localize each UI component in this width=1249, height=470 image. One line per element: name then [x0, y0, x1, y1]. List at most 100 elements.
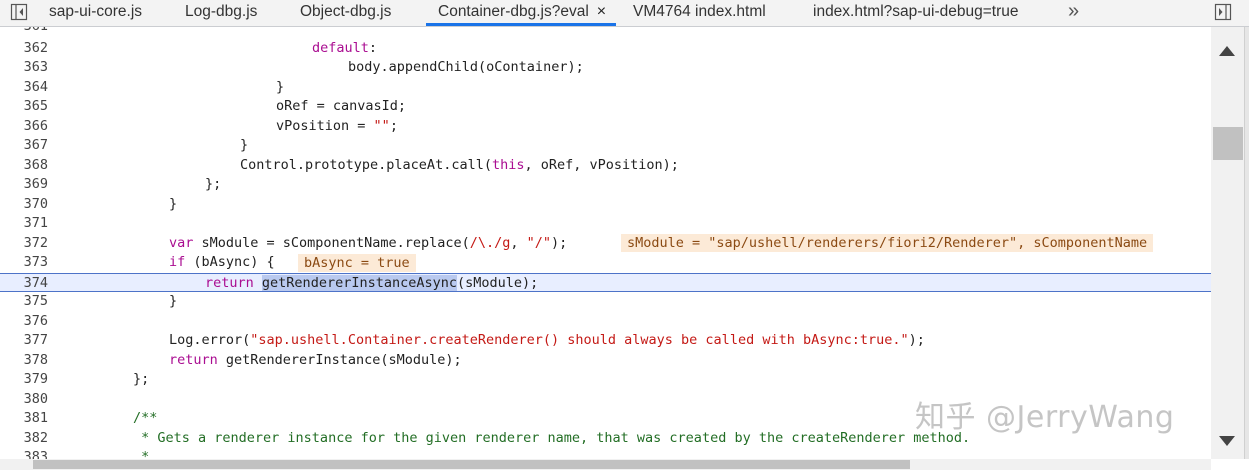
- line-number: 370: [23, 195, 48, 212]
- inline-value-hint: bAsync = true: [298, 253, 416, 272]
- keyword: this: [491, 156, 525, 173]
- code-line: 361: [0, 27, 1211, 37]
- code-fragment: , oRef, vPosition);: [524, 156, 679, 173]
- string-literal: "": [373, 117, 390, 134]
- line-number: 365: [23, 98, 48, 114]
- code-fragment: (sModule);: [457, 274, 539, 291]
- keyword: return: [169, 351, 218, 368]
- code-fragment: getRendererInstance(sModule);: [217, 351, 462, 368]
- line-number: 379: [23, 371, 48, 387]
- tab-object-dbg[interactable]: Object-dbg.js: [300, 0, 391, 26]
- code-line: 366 vPosition = "";: [0, 117, 1211, 137]
- code-comment: *: [133, 449, 150, 459]
- code-fragment: sModule = sComponentName.replace(: [193, 234, 470, 251]
- line-number: 371: [23, 215, 48, 231]
- tab-sap-ui-core[interactable]: sap-ui-core.js: [49, 0, 142, 26]
- tab-index-debug[interactable]: index.html?sap-ui-debug=true: [813, 0, 1019, 26]
- line-number: 362: [23, 39, 48, 56]
- code-text: };: [205, 176, 222, 192]
- code-text: Log.error("sap.ushell.Container.createRe…: [169, 331, 925, 351]
- code-text: if (bAsync) {: [169, 253, 275, 273]
- tab-label: Container-dbg.js?eval: [438, 3, 589, 20]
- keyword: default: [312, 39, 369, 56]
- code-text: return getRendererInstanceAsync(sModule)…: [205, 274, 538, 294]
- code-fragment: :: [368, 39, 378, 56]
- code-fragment: ,: [510, 234, 527, 251]
- line-number: 373: [23, 254, 48, 270]
- code-line: 370 }: [0, 195, 1211, 215]
- tab-log-dbg[interactable]: Log-dbg.js: [185, 0, 257, 26]
- keyword: if: [169, 254, 186, 270]
- panel-divider: [1244, 27, 1249, 459]
- line-number: 374: [23, 274, 48, 291]
- code-line: 369 };: [0, 175, 1211, 195]
- line-number: 376: [23, 312, 48, 329]
- code-line: 375 }: [0, 292, 1211, 312]
- line-number: 381: [23, 410, 48, 426]
- code-fragment: );: [551, 234, 568, 251]
- code-fragment: );: [908, 332, 925, 348]
- string-literal: "sap.ushell.Container.createRenderer() s…: [250, 332, 909, 348]
- code-line: 373 if (bAsync) { bAsync = true: [0, 253, 1211, 273]
- code-line: 367 }: [0, 136, 1211, 156]
- line-number: 363: [23, 59, 48, 75]
- code-fragment: Log.error(: [169, 332, 251, 348]
- line-number: 369: [23, 176, 48, 192]
- code-line: 368 Control.prototype.placeAt.call(this,…: [0, 156, 1211, 176]
- code-text: Control.prototype.placeAt.call(this, oRe…: [240, 156, 679, 176]
- code-line: 377 Log.error("sap.ushell.Container.crea…: [0, 331, 1211, 351]
- code-text: return getRendererInstance(sModule);: [169, 351, 462, 371]
- horizontal-scroll-thumb[interactable]: [33, 460, 910, 469]
- code-text: body.appendChild(oContainer);: [348, 59, 584, 75]
- horizontal-scrollbar[interactable]: [0, 459, 1211, 470]
- line-number: 377: [23, 332, 48, 348]
- toggle-debugger-icon[interactable]: [1214, 3, 1232, 21]
- code-line: 365 oRef = canvasId;: [0, 97, 1211, 117]
- watermark: 知乎 @JerryWang: [915, 400, 1175, 435]
- scroll-up-arrow-icon[interactable]: [1219, 41, 1235, 60]
- code-text: }: [169, 195, 178, 212]
- editor-tab-bar: sap-ui-core.js Log-dbg.js Object-dbg.js …: [0, 0, 1249, 27]
- more-tabs-icon[interactable]: »: [1068, 0, 1079, 26]
- code-text: default:: [312, 39, 377, 59]
- code-comment: /**: [133, 410, 158, 426]
- keyword: var: [169, 234, 194, 251]
- line-number: 372: [23, 234, 48, 251]
- tab-vm4764-index[interactable]: VM4764 index.html: [633, 0, 766, 26]
- tab-container-dbg[interactable]: Container-dbg.js?eval ×: [426, 0, 617, 26]
- code-fragment: (bAsync) {: [185, 254, 275, 270]
- code-text: }: [276, 78, 285, 95]
- inline-value-hint: sModule = "sap/ushell/renderers/fiori2/R…: [621, 234, 1154, 252]
- code-line: 362 default:: [0, 39, 1211, 59]
- code-text: }: [169, 293, 178, 309]
- code-line: 371: [0, 214, 1211, 234]
- selected-text: getRendererInstanceAsync: [261, 274, 457, 291]
- line-number: 382: [23, 429, 48, 446]
- code-text: var sModule = sComponentName.replace(/\.…: [169, 234, 567, 254]
- code-text: }: [240, 137, 249, 153]
- code-line: 364 }: [0, 78, 1211, 98]
- line-number: 383: [23, 449, 48, 459]
- toggle-navigator-icon[interactable]: [10, 3, 28, 21]
- line-number: 361: [0, 27, 48, 37]
- code-text: oRef = canvasId;: [276, 98, 407, 114]
- line-number: 367: [23, 137, 48, 153]
- string-literal: "/": [526, 234, 552, 251]
- code-line: 379 };: [0, 370, 1211, 390]
- line-number: 378: [23, 351, 48, 368]
- code-line: 383 *: [0, 448, 1211, 459]
- code-line: 376: [0, 312, 1211, 332]
- code-fragment: Control.prototype.placeAt.call(: [240, 156, 492, 173]
- line-number: 380: [23, 390, 48, 407]
- close-tab-icon[interactable]: ×: [597, 0, 606, 24]
- vertical-scrollbar[interactable]: [1211, 27, 1249, 459]
- vertical-scroll-thumb[interactable]: [1213, 127, 1243, 160]
- code-fragment: vPosition =: [276, 117, 374, 134]
- keyword: return: [205, 274, 254, 291]
- line-number: 364: [23, 78, 48, 95]
- code-line: 363 body.appendChild(oContainer);: [0, 58, 1211, 78]
- code-line: 372 var sModule = sComponentName.replace…: [0, 234, 1211, 254]
- code-text: vPosition = "";: [276, 117, 398, 137]
- code-comment: * Gets a renderer instance for the given…: [133, 429, 971, 446]
- scroll-down-arrow-icon[interactable]: [1219, 431, 1235, 450]
